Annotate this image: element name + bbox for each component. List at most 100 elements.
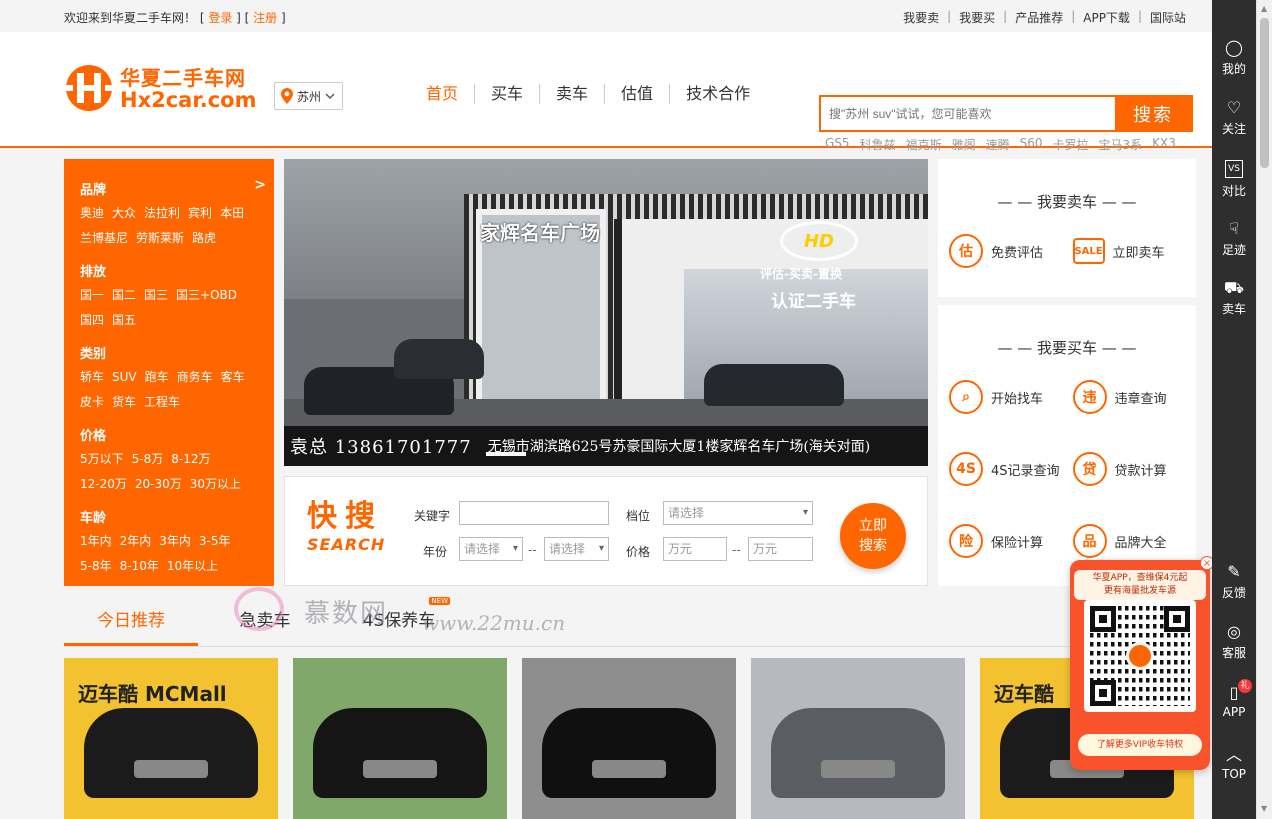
category-option-link[interactable]: 奥迪	[80, 204, 104, 222]
service-item[interactable]: 品品牌大全	[1072, 524, 1197, 558]
hotword-link[interactable]: 速腾	[986, 136, 1010, 153]
category-option-link[interactable]: 12-20万	[80, 475, 127, 493]
category-option-link[interactable]: 2年内	[120, 532, 152, 550]
city-selector[interactable]: 苏州	[274, 82, 343, 110]
price-from-input[interactable]: 万元	[663, 537, 727, 561]
sidebar-item-arrow-up[interactable]: ︿ TOP	[1212, 745, 1256, 781]
year-from-select[interactable]: 请选择 ▾	[459, 537, 523, 561]
service-item[interactable]: ⌕ 开始找车	[949, 380, 1073, 414]
page-scrollbar[interactable]: ▲ ▼	[1256, 0, 1272, 819]
nav-sell-car[interactable]: 卖车	[540, 84, 606, 104]
scrollbar-thumb[interactable]	[1260, 18, 1269, 168]
top-link-products[interactable]: 产品推荐	[1015, 9, 1063, 26]
login-link[interactable]: 登录	[208, 11, 232, 25]
category-option-link[interactable]: 1年内	[80, 532, 112, 550]
category-option-link[interactable]: 国四	[80, 311, 104, 329]
car-card[interactable]	[522, 658, 736, 819]
sidebar-item-car[interactable]: ⛟ 卖车	[1212, 278, 1256, 317]
service-item[interactable]: 违违章查询	[1072, 380, 1197, 414]
price-to-input[interactable]: 万元	[748, 537, 813, 561]
category-option-link[interactable]: 皮卡	[80, 393, 104, 411]
hotword-link[interactable]: 雅阁	[952, 136, 976, 153]
service-label: 4S记录查询	[991, 463, 1060, 479]
category-option-link[interactable]: 商务车	[177, 368, 213, 386]
year-to-select[interactable]: 请选择 ▾	[544, 537, 609, 561]
car-card[interactable]	[751, 658, 965, 819]
register-link[interactable]: 注册	[253, 11, 277, 25]
category-option-link[interactable]: 30万以上	[190, 475, 241, 493]
service-item[interactable]: 贷贷款计算	[1072, 452, 1197, 486]
category-option-link[interactable]: 工程车	[144, 393, 180, 411]
category-option-link[interactable]: 大众	[112, 204, 136, 222]
sidebar-item-compare[interactable]: VS 对比	[1212, 158, 1256, 199]
quick-search-button[interactable]: 立即 搜索	[840, 503, 906, 569]
sidebar-item-phone[interactable]: ▯ 礼 APP	[1212, 679, 1256, 719]
top-link-buy[interactable]: 我要买	[959, 9, 995, 26]
scroll-down-arrow-icon[interactable]: ▼	[1261, 804, 1267, 813]
service-item[interactable]: 4S 4S记录查询	[949, 452, 1073, 486]
banner-carousel[interactable]: 家辉名车广场 HD 评估-买卖-置换 认证二手车 袁总 13861701777 …	[284, 159, 928, 466]
category-option-link[interactable]: 5-8年	[80, 557, 112, 575]
category-option-link[interactable]: 国一	[80, 286, 104, 304]
category-option-link[interactable]: 国五	[112, 311, 136, 329]
service-item[interactable]: SALE 立即卖车	[1072, 234, 1197, 268]
car-card[interactable]	[293, 658, 507, 819]
tab-today-recommend[interactable]: 今日推荐	[64, 595, 198, 646]
category-option-link[interactable]: 5-8万	[132, 450, 164, 468]
category-option-link[interactable]: 3-5年	[199, 532, 231, 550]
category-option-link[interactable]: 货车	[112, 393, 136, 411]
hotword-link[interactable]: S60	[1020, 136, 1043, 153]
category-option-link[interactable]: 国三+OBD	[176, 286, 237, 304]
top-link-sell[interactable]: 我要卖	[903, 9, 939, 26]
category-option-link[interactable]: 3年内	[159, 532, 191, 550]
category-option-link[interactable]: 5万以下	[80, 450, 124, 468]
gear-select[interactable]: 请选择 ▾	[663, 501, 813, 525]
category-option-link[interactable]: 国三	[144, 286, 168, 304]
sidebar-item-heart[interactable]: ♡ 关注	[1212, 98, 1256, 137]
sidebar-item-user[interactable]: ◯ 我的	[1212, 38, 1256, 77]
nav-home[interactable]: 首页	[410, 84, 476, 104]
category-option-link[interactable]: 客车	[221, 368, 245, 386]
sidebar-item-footprint[interactable]: ☟ 足迹	[1212, 219, 1256, 258]
chevron-down-icon: ▾	[512, 543, 518, 554]
category-option-link[interactable]: SUV	[112, 368, 137, 386]
service-item[interactable]: 险保险计算	[949, 524, 1073, 558]
category-option-link[interactable]: 本田	[220, 204, 244, 222]
category-option-link[interactable]: 10年以上	[167, 557, 218, 575]
category-option-link[interactable]: 20-30万	[135, 475, 182, 493]
site-logo[interactable]: 华夏二手车网 Hx2car.com	[64, 60, 264, 116]
hotword-link[interactable]: 卡罗拉	[1053, 136, 1089, 153]
car-card[interactable]: 迈车酷 MCMall	[64, 658, 278, 819]
category-option-link[interactable]: 宾利	[188, 204, 212, 222]
nav-buy-car[interactable]: 买车	[475, 84, 541, 104]
nav-tech-cooperation[interactable]: 技术合作	[670, 84, 766, 104]
category-option-link[interactable]: 8-12万	[171, 450, 210, 468]
nav-valuation[interactable]: 估值	[605, 84, 671, 104]
category-option-link[interactable]: 国二	[112, 286, 136, 304]
category-title-text: 品牌	[80, 183, 107, 198]
top-link-international[interactable]: 国际站	[1150, 9, 1186, 26]
search-button[interactable]: 搜索	[1115, 97, 1191, 130]
category-option-link[interactable]: 法拉利	[144, 204, 180, 222]
chevron-right-icon[interactable]: >	[254, 177, 266, 193]
category-option-link[interactable]: 轿车	[80, 368, 104, 386]
scroll-up-arrow-icon[interactable]: ▲	[1261, 4, 1267, 13]
carousel-indicator[interactable]	[486, 452, 526, 456]
sidebar-item-feedback[interactable]: ✎ 反馈	[1212, 562, 1256, 601]
search-input[interactable]	[821, 97, 1115, 130]
keyword-input[interactable]	[459, 501, 609, 525]
top-link-app-download[interactable]: APP下载	[1083, 9, 1130, 26]
category-option-link[interactable]: 8-10年	[120, 557, 159, 575]
vip-privilege-link[interactable]: 了解更多VIP收车特权	[1078, 734, 1202, 756]
service-item[interactable]: 估免费评估	[949, 234, 1073, 268]
category-option-link[interactable]: 劳斯莱斯	[136, 229, 184, 247]
sidebar-item-service[interactable]: ◎ 客服	[1212, 622, 1256, 661]
category-option-link[interactable]: 路虎	[192, 229, 216, 247]
hotword-link[interactable]: 科鲁兹	[860, 136, 896, 153]
hotword-link[interactable]: GS5	[825, 136, 850, 153]
hotword-link[interactable]: 福克斯	[906, 136, 942, 153]
category-option-link[interactable]: 兰博基尼	[80, 229, 128, 247]
category-option-link[interactable]: 跑车	[145, 368, 169, 386]
hotword-link[interactable]: 宝马3系	[1099, 136, 1143, 153]
hotword-link[interactable]: KX3	[1152, 136, 1176, 153]
